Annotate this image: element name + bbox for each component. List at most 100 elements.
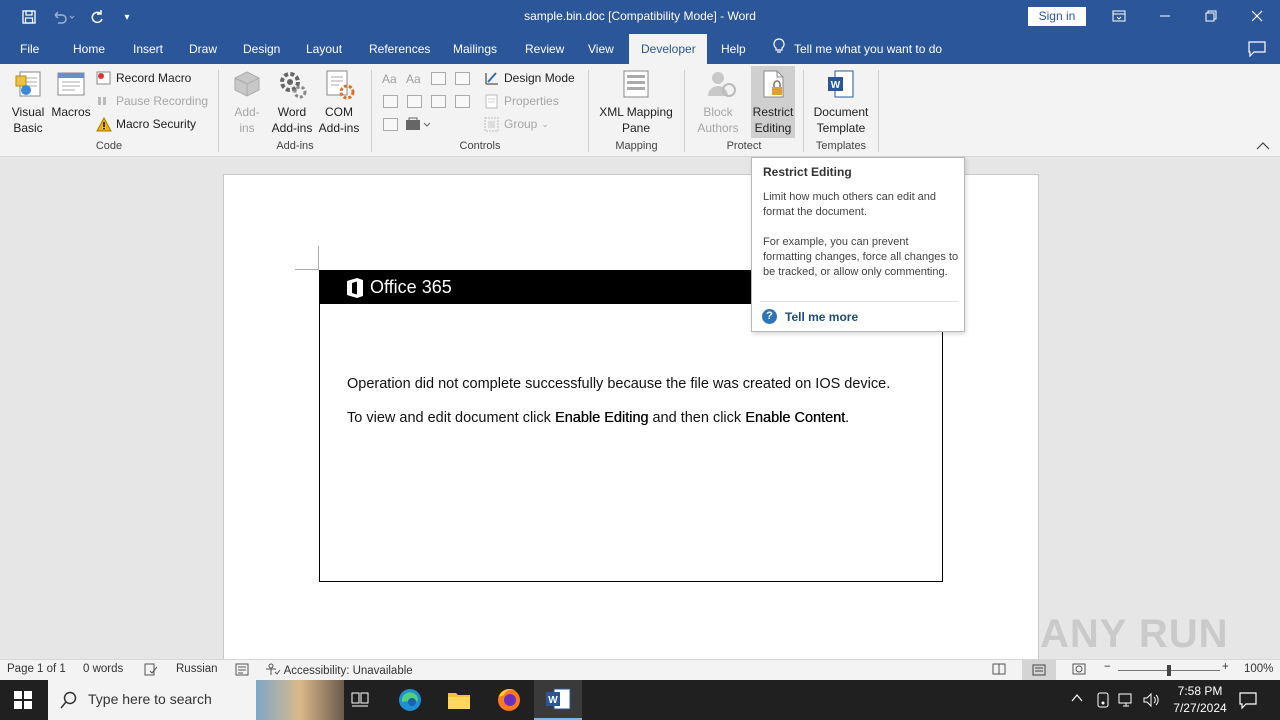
picture-control-icon[interactable] xyxy=(431,72,446,85)
search-icon xyxy=(60,691,78,712)
plain-text-control-icon[interactable]: Aa xyxy=(406,72,421,86)
system-clock[interactable]: 7:58 PM 7/27/2024 xyxy=(1160,683,1240,717)
enable-content-text: Enable Content xyxy=(745,410,846,426)
windows-start-icon[interactable] xyxy=(14,691,32,712)
close-icon[interactable] xyxy=(1234,0,1280,32)
proofing-icon[interactable] xyxy=(144,663,158,679)
collapse-ribbon-icon[interactable] xyxy=(1256,140,1270,154)
tab-mailings[interactable]: Mailings xyxy=(441,34,509,64)
language[interactable]: Russian xyxy=(176,663,218,675)
volume-icon[interactable] xyxy=(1142,692,1160,711)
tell-me-search[interactable]: Tell me what you want to do xyxy=(772,34,942,64)
restrict-editing-button[interactable]: Restrict Editing xyxy=(751,66,795,138)
word-template-icon: W xyxy=(825,68,857,100)
group-label-mapping: Mapping xyxy=(615,140,658,152)
web-layout-icon[interactable] xyxy=(1072,663,1086,678)
pause-recording-button[interactable]: Pause Recording xyxy=(96,91,208,111)
tab-help[interactable]: Help xyxy=(709,34,758,64)
xml-mapping-icon xyxy=(620,68,652,100)
macros-button[interactable]: Macros xyxy=(51,68,91,120)
anyrun-watermark: ANY RUN xyxy=(1040,612,1229,656)
restore-icon[interactable] xyxy=(1188,0,1234,32)
legacy-tools-icon[interactable] xyxy=(405,117,431,134)
accessibility-status[interactable]: Accessibility: Unavailable xyxy=(265,663,413,677)
restrict-editing-tooltip: Restrict Editing Limit how much others c… xyxy=(751,157,965,332)
com-addins-icon xyxy=(323,68,355,100)
help-icon: ? xyxy=(762,309,777,324)
edge-icon[interactable] xyxy=(386,680,434,720)
dropdown-control-icon[interactable] xyxy=(431,95,446,108)
block-authors-button[interactable]: Block Authors xyxy=(694,68,748,136)
ribbon-display-icon[interactable] xyxy=(1096,0,1142,32)
addins-icon xyxy=(231,68,263,100)
tab-draw[interactable]: Draw xyxy=(177,34,229,64)
visual-basic-button[interactable]: Visual Basic xyxy=(8,68,48,136)
chevron-up-icon[interactable] xyxy=(1071,692,1083,706)
search-placeholder: Type here to search xyxy=(88,691,212,707)
tooltip-description: Limit how much others can edit and forma… xyxy=(763,191,937,218)
group-button[interactable]: Group ⌄ xyxy=(484,114,549,134)
zoom-out-button[interactable]: − xyxy=(1104,661,1111,673)
com-addins-button[interactable]: COM Add-ins xyxy=(316,68,362,136)
tab-review[interactable]: Review xyxy=(513,34,576,64)
comments-icon[interactable] xyxy=(1248,41,1266,60)
tab-layout[interactable]: Layout xyxy=(294,34,354,64)
office-logo-icon xyxy=(345,277,365,302)
margin-mark xyxy=(318,246,319,270)
tell-me-more-link[interactable]: Tell me more xyxy=(785,310,858,324)
group-label-code: Code xyxy=(95,140,123,152)
file-explorer-icon[interactable] xyxy=(435,680,483,720)
document-template-button[interactable]: W Document Template xyxy=(810,68,872,136)
taskbar-search[interactable]: Type here to search xyxy=(48,680,344,720)
record-macro-button[interactable]: Record Macro xyxy=(96,68,191,88)
tab-insert[interactable]: Insert xyxy=(121,34,175,64)
print-layout-icon[interactable] xyxy=(1022,660,1056,680)
properties-button[interactable]: Properties xyxy=(484,91,559,111)
zoom-in-button[interactable]: + xyxy=(1222,661,1229,673)
group-label-protect: Protect xyxy=(726,140,762,152)
page-count[interactable]: Page 1 of 1 xyxy=(7,663,66,675)
design-mode-button[interactable]: Design Mode xyxy=(484,68,575,88)
task-view-icon[interactable] xyxy=(336,680,384,720)
minimize-icon[interactable] xyxy=(1142,0,1188,32)
word-count[interactable]: 0 words xyxy=(83,663,123,675)
macro-security-button[interactable]: Macro Security xyxy=(96,114,196,134)
clock-time: 7:58 PM xyxy=(1177,684,1223,698)
pause-icon xyxy=(98,97,106,105)
firefox-icon[interactable] xyxy=(485,680,533,720)
checkbox-control-icon[interactable] xyxy=(383,95,398,108)
gear-icon xyxy=(276,68,308,100)
zoom-level[interactable]: 100% xyxy=(1244,663,1273,675)
tab-file[interactable]: File xyxy=(8,34,51,64)
tab-design[interactable]: Design xyxy=(231,34,292,64)
document-message-line2: To view and edit document click Enable E… xyxy=(347,410,850,426)
ribbon-tabs: File Home Insert Draw Design Layout Refe… xyxy=(0,34,1280,64)
tab-developer[interactable]: Developer xyxy=(629,34,707,64)
svg-text:W: W xyxy=(831,80,841,91)
read-mode-icon[interactable] xyxy=(992,663,1006,678)
accessibility-icon xyxy=(266,663,281,675)
network-icon[interactable] xyxy=(1118,692,1136,711)
svg-text:W: W xyxy=(548,695,558,706)
building-block-control-icon[interactable] xyxy=(455,72,470,85)
notifications-icon[interactable] xyxy=(1238,690,1258,713)
xml-mapping-pane-button[interactable]: XML Mapping Pane xyxy=(594,68,678,136)
tell-me-label: Tell me what you want to do xyxy=(794,42,943,56)
combo-box-control-icon[interactable] xyxy=(407,95,422,108)
word-taskbar-icon[interactable]: W xyxy=(534,680,582,720)
rich-text-control-icon[interactable]: Aa xyxy=(382,72,397,86)
repeating-section-control-icon[interactable] xyxy=(383,118,398,131)
tab-references[interactable]: References xyxy=(357,34,442,64)
search-highlight-image xyxy=(256,680,344,720)
track-changes-icon[interactable] xyxy=(235,663,249,679)
zoom-slider-thumb[interactable] xyxy=(1167,665,1171,676)
tab-view[interactable]: View xyxy=(576,34,626,64)
chevron-down-icon: ⌄ xyxy=(541,119,549,129)
word-addins-button[interactable]: Word Add-ins xyxy=(269,68,315,136)
device-icon[interactable] xyxy=(1096,691,1110,712)
sign-in-button[interactable]: Sign in xyxy=(1028,7,1086,26)
group-separator xyxy=(878,70,879,152)
tab-home[interactable]: Home xyxy=(61,34,117,64)
addins-button[interactable]: Add-ins xyxy=(228,68,266,136)
date-picker-control-icon[interactable] xyxy=(455,95,470,108)
